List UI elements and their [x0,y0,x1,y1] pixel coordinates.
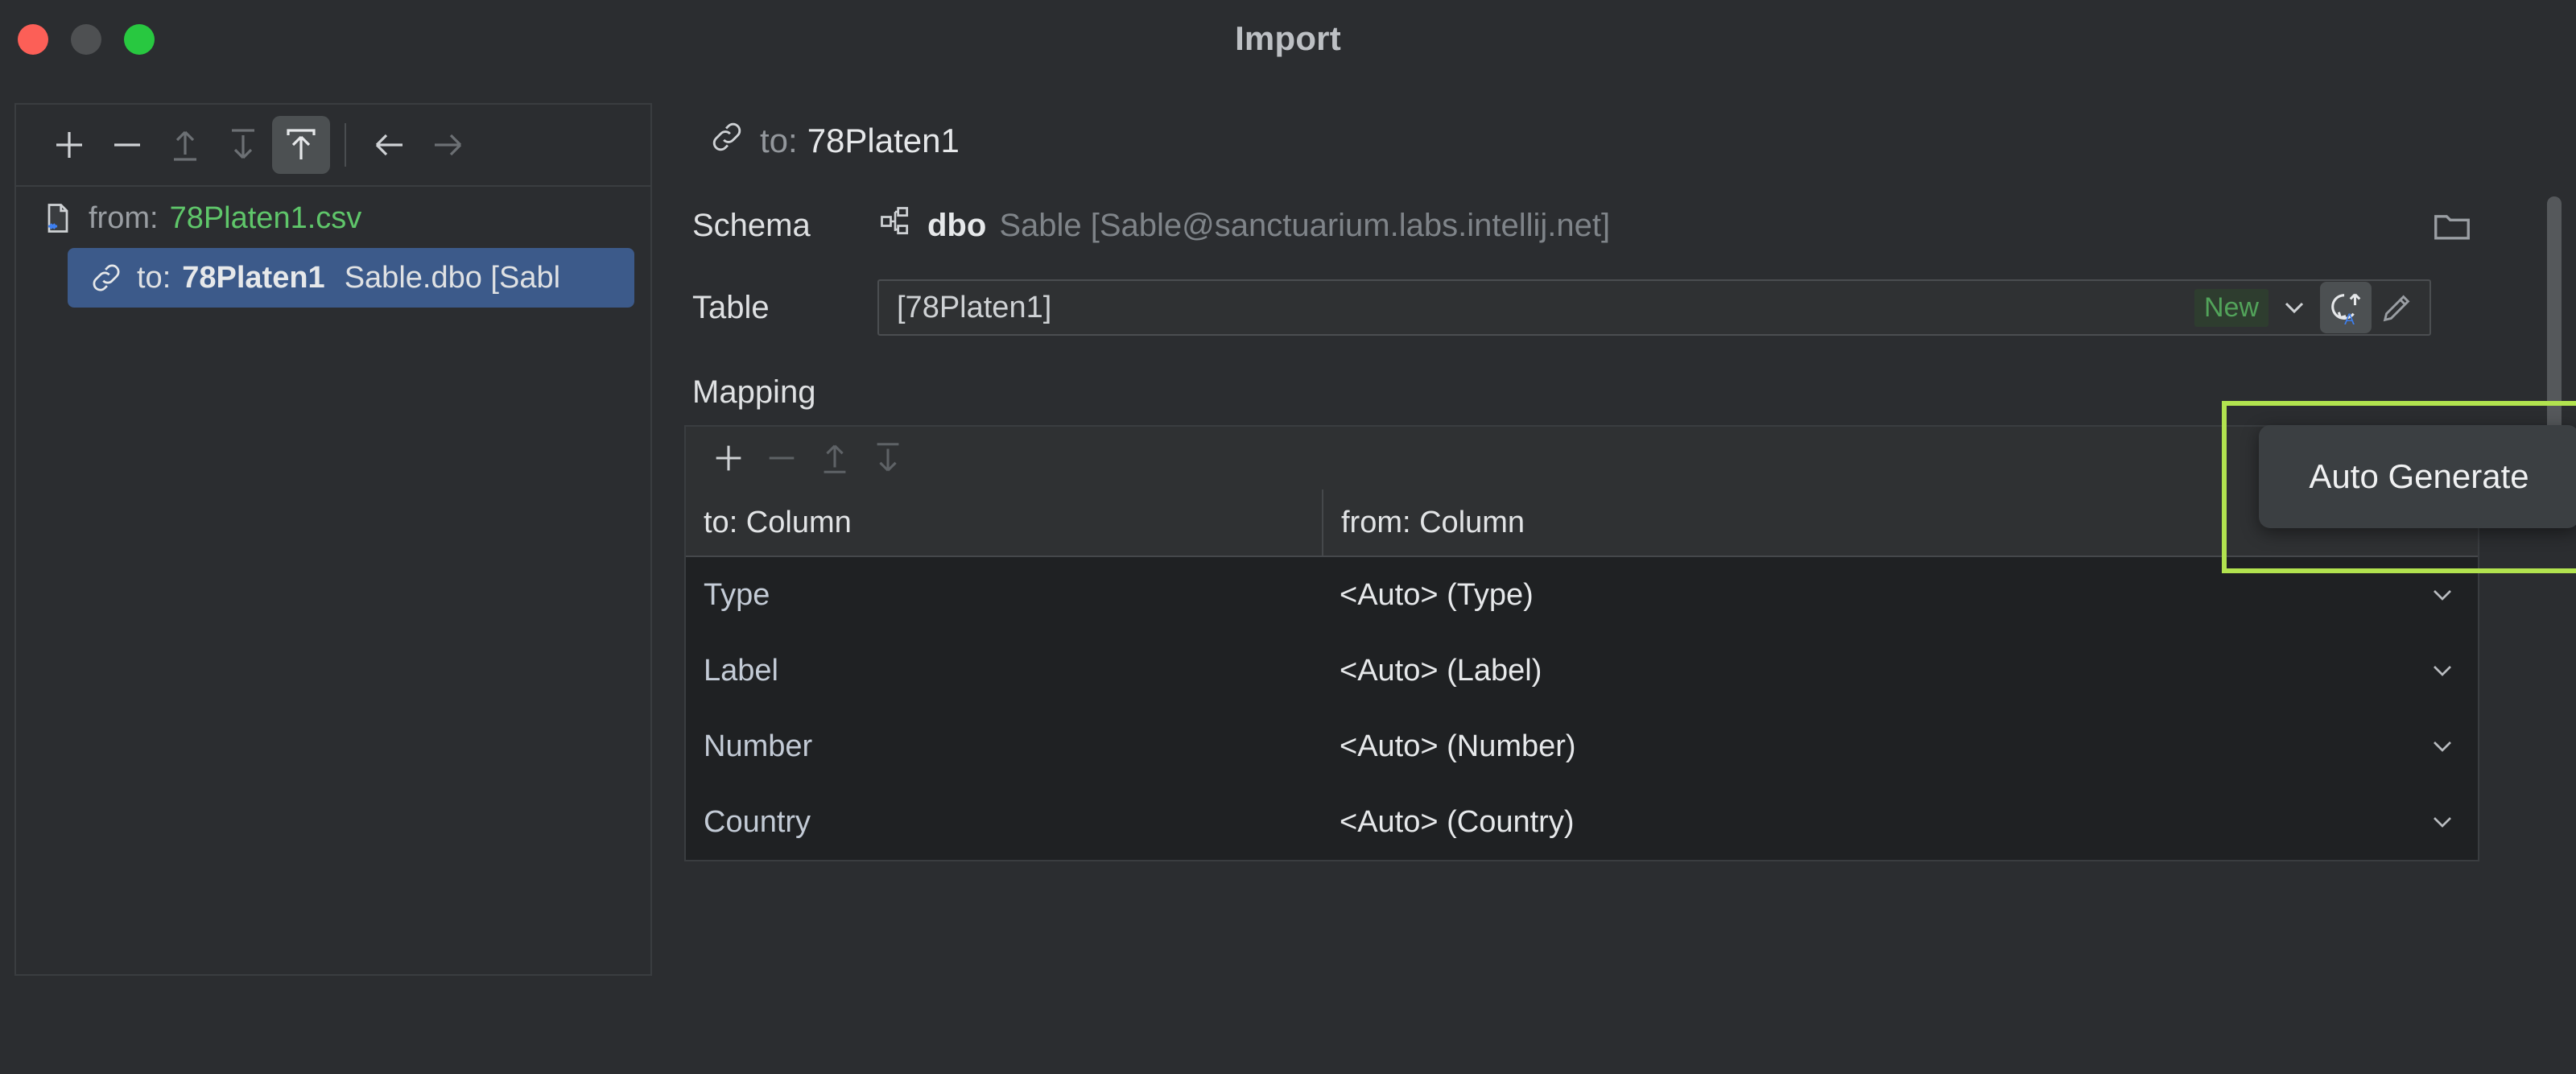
remove-mapping-button[interactable] [755,432,808,485]
import-to-button[interactable] [272,116,330,174]
schema-label: Schema [692,207,811,243]
chevron-down-icon [2434,741,2451,752]
tree-item-source-file[interactable]: from: 78Platen1.csv [16,188,650,248]
panel-scrollbar-thumb[interactable] [2547,196,2562,452]
plus-icon [716,445,741,471]
table-row[interactable]: Type <Auto> (Type) [686,557,2478,633]
table-name-input[interactable]: [78Platen1] New A [877,279,2431,336]
move-up-button[interactable] [156,116,214,174]
schema-path: Sable [Sable@sanctuarium.labs.intellij.n… [999,207,1611,243]
chevron-down-icon [2434,666,2451,676]
folder-icon [2434,215,2470,240]
chevron-down-icon [2434,590,2451,601]
arrow-down-to-line-icon [877,443,899,472]
table-name-value: [78Platen1] [897,290,1052,324]
arrow-down-to-line-icon [232,129,254,159]
arrow-up-to-line-icon [174,130,196,161]
mapping-to-column: Label [704,653,778,688]
panel-scrollbar[interactable] [2544,196,2565,1074]
move-down-button[interactable] [214,116,272,174]
table-dropdown-button[interactable] [2268,282,2320,333]
source-tree-panel: from: 78Platen1.csv to: 78Platen1 Sable.… [14,103,652,976]
auto-generate-button[interactable]: A [2320,282,2372,333]
auto-generate-icon: A [2331,293,2361,326]
chevron-down-icon [2434,817,2451,828]
table-row[interactable]: Number <Auto> (Number) [686,708,2478,784]
window-titlebar: Import [0,0,2576,77]
mapping-row-dropdown-button[interactable] [2425,804,2460,840]
mapping-toolbar [684,425,2479,489]
tree-item-prefix: from: [89,200,159,235]
mapping-to-column: Type [704,577,770,612]
target-header: to: 78Platen1 [675,109,2576,172]
mapping-table-body: Type <Auto> (Type) Label <Auto> (Label) [686,557,2478,860]
toolbar-divider [345,123,346,167]
table-row: Table [78Platen1] New A [675,272,2576,343]
browse-schema-button[interactable] [2426,200,2478,251]
mapping-row-dropdown-button[interactable] [2425,653,2460,688]
remove-button[interactable] [98,116,156,174]
source-tree-toolbar [16,105,650,187]
target-header-value: 78Platen1 [807,122,960,159]
csv-file-icon [40,200,76,236]
table-field-controls: New A [2194,281,2423,334]
arrow-up-to-line-icon [824,444,846,473]
mapping-row-dropdown-button[interactable] [2425,729,2460,764]
tooltip-text: Auto Generate [2309,457,2529,495]
mapping-to-column: Country [704,804,811,839]
auto-generate-tooltip: Auto Generate [2259,425,2576,528]
arrow-up-into-box-icon [287,129,316,159]
mapping-row-dropdown-button[interactable] [2425,577,2460,613]
arrow-right-icon [435,134,462,156]
source-tree: from: 78Platen1.csv to: 78Platen1 Sable.… [16,188,650,974]
chevron-down-icon [2285,302,2304,314]
target-header-prefix: to: [760,122,798,159]
mapping-from-column: <Auto> (Label) [1340,653,1542,688]
forward-button[interactable] [419,116,477,174]
svg-text:A: A [2344,312,2355,326]
link-icon [89,260,124,295]
edit-table-button[interactable] [2372,282,2423,333]
mapping-table-header: to: Column from: Column [686,489,2478,557]
mapping-move-down-button[interactable] [861,432,914,485]
window-title: Import [1235,19,1341,57]
mapping-from-column: <Auto> (Type) [1340,577,1534,612]
schema-value[interactable]: dbo Sable [Sable@sanctuarium.labs.intell… [877,204,1610,247]
arrow-left-icon [375,134,402,156]
add-button[interactable] [40,116,98,174]
tree-item-label: 78Platen1 [182,260,325,295]
status-badge: New [2194,288,2268,327]
column-header-to: to: Column [704,505,852,539]
mapping-label: Mapping [692,374,816,410]
table-row[interactable]: Label <Auto> (Label) [686,633,2478,708]
minus-icon [114,143,140,147]
mapping-from-column: <Auto> (Number) [1340,729,1576,763]
import-settings-panel: to: 78Platen1 Schema dbo Sable [Sable@sa… [675,93,2576,1000]
table-row[interactable]: Country <Auto> (Country) [686,784,2478,860]
tree-item-target-table[interactable]: to: 78Platen1 Sable.dbo [Sabl [68,248,634,308]
mapping-to-column: Number [704,729,813,763]
mapping-table: to: Column from: Column Type <Auto> (Typ… [684,489,2479,861]
add-mapping-button[interactable] [702,432,755,485]
mapping-move-up-button[interactable] [808,432,861,485]
plus-icon [56,132,82,158]
link-icon [708,118,745,163]
table-label: Table [692,289,770,325]
tree-item-prefix: to: [137,260,171,295]
back-button[interactable] [361,116,419,174]
tree-item-label: 78Platen1.csv [169,200,362,235]
mapping-from-column: <Auto> (Country) [1340,804,1575,839]
schema-row: Schema dbo Sable [Sable@sanctuarium.labs… [675,190,2576,261]
tree-item-detail: Sable.dbo [Sabl [344,260,561,295]
schema-name: dbo [927,207,987,243]
schema-icon [877,204,913,247]
pencil-icon [2383,295,2410,322]
minus-icon [769,456,795,460]
